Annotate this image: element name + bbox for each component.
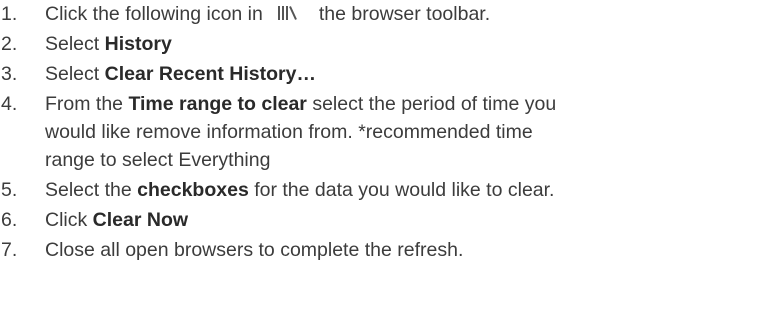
instruction-list: 1. Click the following icon in the brows… (0, 0, 757, 266)
step-text: Select Clear Recent History… (45, 60, 757, 88)
step-text-before: From the (45, 93, 129, 115)
step-number: 5. (1, 179, 18, 201)
step-text-after: for the data you would like to clear. (248, 179, 555, 201)
step-text-before: Close all open browsers to complete the … (45, 239, 464, 261)
step-emphasis: History (104, 33, 172, 55)
step-item: 7. Close all open browsers to complete t… (0, 236, 757, 264)
step-text: Click Clear Now (45, 206, 757, 234)
step-item: 5. Select the checkboxes for the data yo… (0, 176, 757, 204)
step-text-before: Select the (45, 179, 138, 201)
step-text-line3: range to select Everything (45, 149, 271, 171)
step-text-before: Select (45, 33, 105, 55)
step-item: 4. From the Time range to clear select t… (0, 90, 757, 174)
library-icon (275, 2, 301, 24)
step-text-line2: would like remove information from. *rec… (45, 121, 533, 143)
step-text-before: Click the following icon in (45, 3, 263, 25)
step-emphasis: checkboxes (137, 179, 249, 201)
step-item: 1. Click the following icon in the brows… (0, 0, 757, 28)
step-text: Select the checkboxes for the data you w… (45, 176, 757, 204)
step-text: Close all open browsers to complete the … (45, 236, 757, 264)
step-number: 4. (1, 93, 18, 115)
step-number: 2. (1, 33, 18, 55)
step-number: 1. (1, 3, 18, 25)
step-text: Click the following icon in the browser … (45, 0, 757, 28)
step-item: 2. Select History (0, 30, 757, 58)
step-item: 3. Select Clear Recent History… (0, 60, 757, 88)
step-item: 6. Click Clear Now (0, 206, 757, 234)
step-text: Select History (45, 30, 757, 58)
step-text: From the Time range to clear select the … (45, 90, 757, 174)
step-text-before: Click (45, 209, 93, 231)
step-number: 7. (1, 239, 18, 261)
step-number: 3. (1, 63, 18, 85)
step-emphasis: Time range to clear (128, 93, 307, 115)
step-text-before: Select (45, 63, 105, 85)
step-number: 6. (1, 209, 18, 231)
step-emphasis: Clear Now (92, 209, 189, 231)
step-emphasis: Clear Recent History… (104, 63, 316, 85)
step-text-line1: select the period of time you (306, 93, 557, 115)
step-text-after: the browser toolbar. (318, 3, 491, 25)
